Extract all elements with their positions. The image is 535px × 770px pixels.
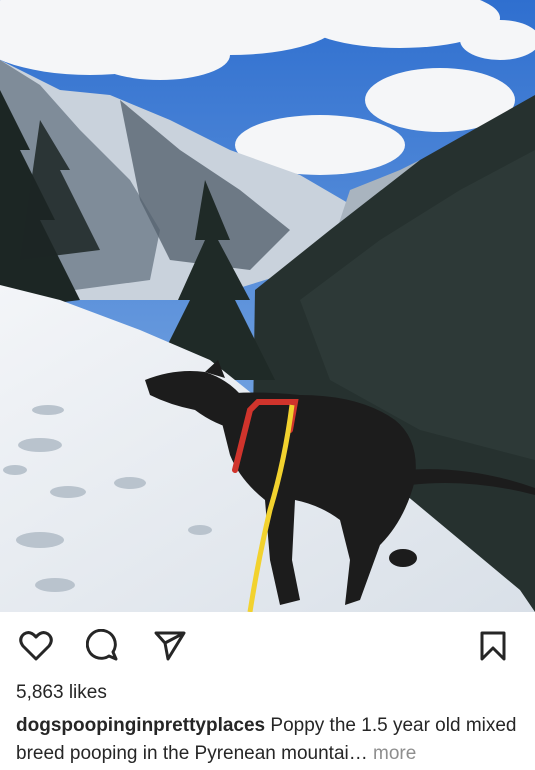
likes-count[interactable]: 5,863 likes [16, 682, 107, 704]
post-actions-bar [0, 612, 535, 678]
comment-icon [86, 629, 118, 661]
mountain-dog-scene [0, 0, 535, 612]
save-button[interactable] [475, 628, 511, 664]
share-button[interactable] [152, 628, 188, 664]
post-photo[interactable] [0, 0, 535, 612]
send-icon [154, 631, 186, 661]
post-caption: dogspoopinginprettyplaces Poppy the 1.5 … [16, 712, 526, 768]
heart-icon [19, 631, 53, 661]
caption-ellipsis: … [348, 743, 368, 764]
comment-button[interactable] [85, 628, 121, 664]
like-button[interactable] [18, 628, 54, 664]
caption-username[interactable]: dogspoopinginprettyplaces [16, 715, 265, 736]
bookmark-icon [480, 631, 506, 661]
more-link[interactable]: more [373, 743, 416, 764]
